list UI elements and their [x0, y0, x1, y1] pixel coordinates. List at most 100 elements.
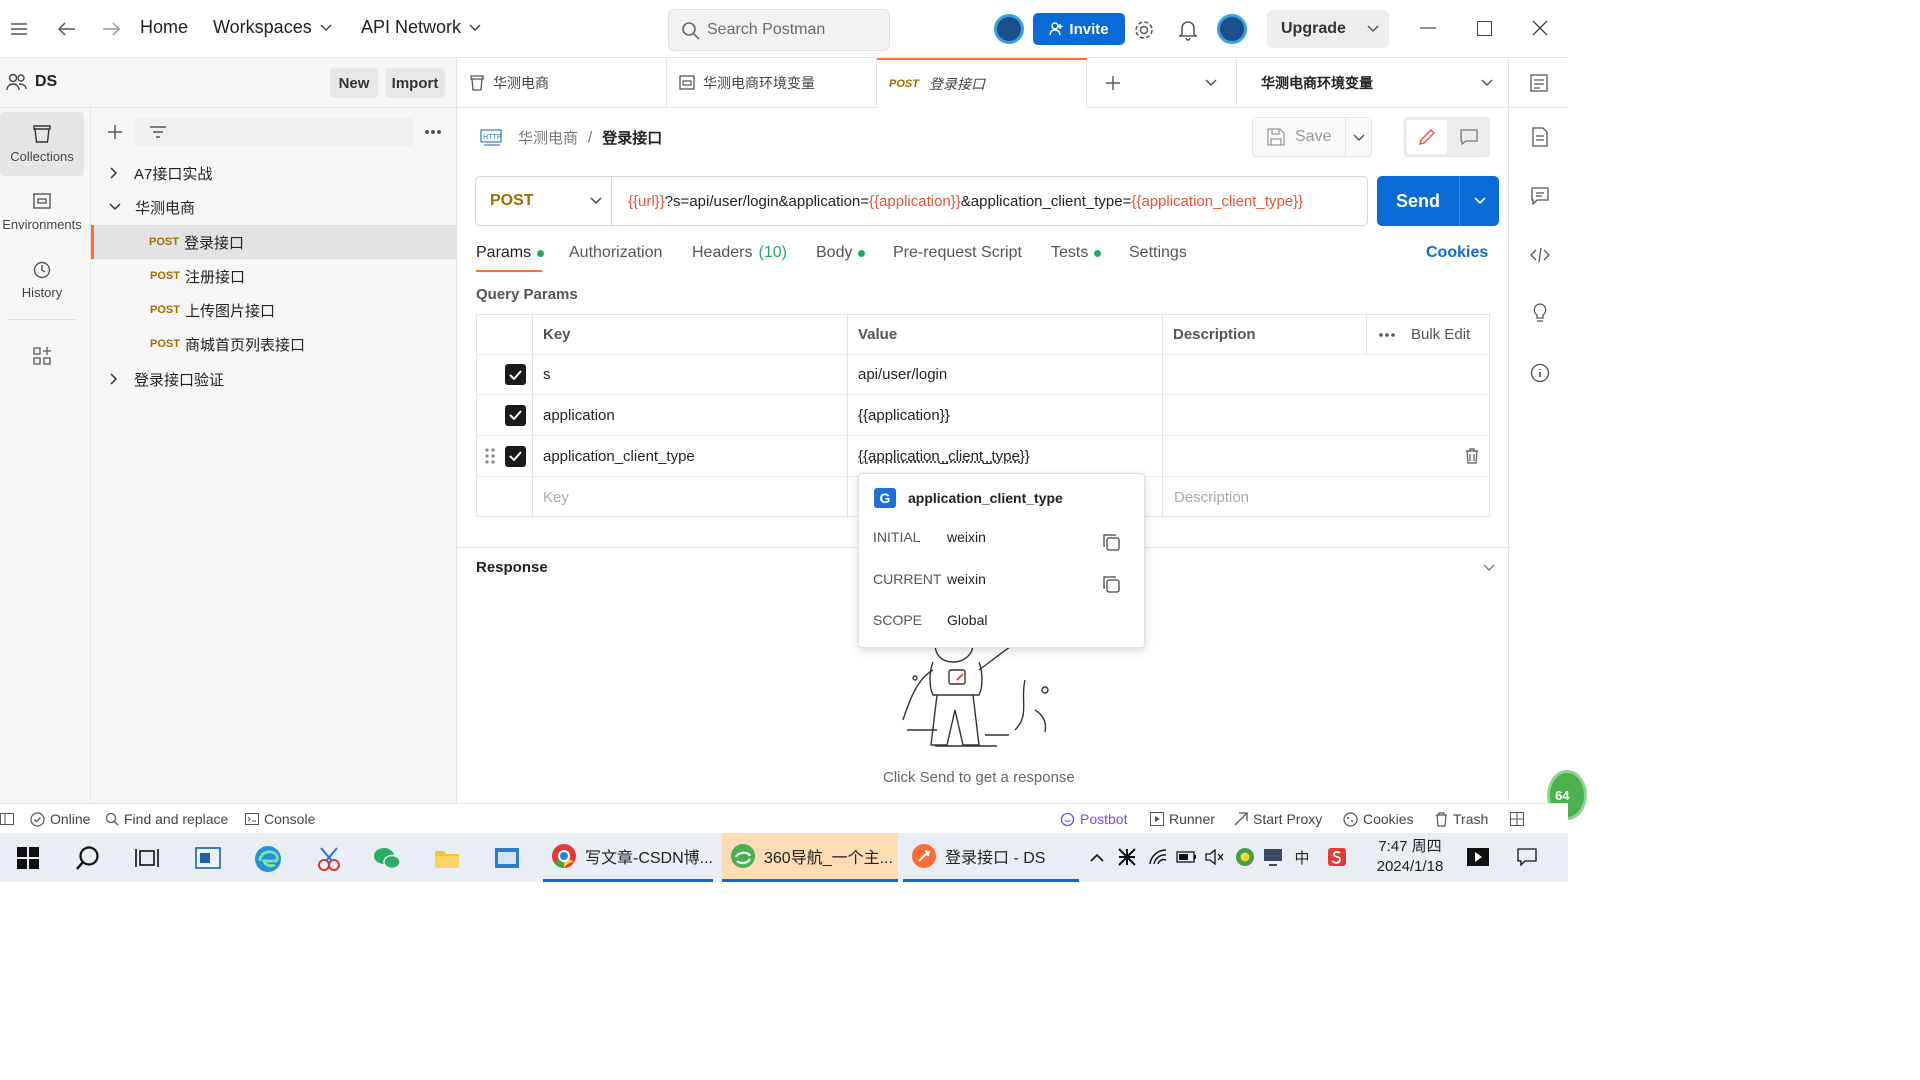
param-key[interactable]: application	[543, 395, 615, 435]
console-button[interactable]: Console	[245, 804, 315, 834]
row-checkbox[interactable]	[505, 436, 526, 476]
online-status[interactable]: Online	[30, 804, 90, 834]
edge-browser-icon[interactable]	[253, 844, 283, 874]
tab-collection[interactable]: 华测电商	[457, 58, 667, 108]
app-window-icon[interactable]	[194, 845, 222, 871]
task-view-icon[interactable]	[134, 846, 160, 870]
tab-params[interactable]: Params	[476, 244, 545, 262]
more-options-icon[interactable]	[1379, 315, 1395, 354]
tree-request-upload[interactable]: POST 上传图片接口	[91, 293, 456, 327]
tray-monitor-icon[interactable]	[1262, 846, 1284, 868]
param-key[interactable]: application_client_type	[543, 436, 695, 476]
battery-icon[interactable]	[1176, 848, 1198, 866]
tab-login-request[interactable]: POST 登录接口	[877, 58, 1087, 108]
new-key-input[interactable]: Key	[543, 477, 569, 517]
send-options-chevron-icon[interactable]	[1460, 176, 1499, 226]
toggle-sidebar-icon[interactable]	[0, 804, 14, 834]
tab-tests[interactable]: Tests	[1051, 244, 1102, 262]
runner-button[interactable]: Runner	[1150, 804, 1215, 834]
wechat-icon[interactable]	[372, 845, 402, 873]
find-replace-button[interactable]: Find and replace	[105, 804, 228, 834]
sidebar-item-history[interactable]: History	[0, 248, 84, 312]
tree-folder-a7[interactable]: A7接口实战	[91, 156, 456, 190]
upgrade-button[interactable]: Upgrade	[1267, 10, 1389, 48]
info-icon[interactable]	[1529, 362, 1551, 384]
media-icon[interactable]	[1466, 847, 1490, 867]
bulk-edit-link[interactable]: Bulk Edit	[1411, 315, 1470, 354]
save-button[interactable]: Save	[1252, 117, 1372, 157]
tree-request-register[interactable]: POST 注册接口	[91, 259, 456, 293]
drag-handle-icon[interactable]	[485, 436, 495, 476]
gear-icon[interactable]	[1132, 18, 1156, 42]
tab-environment[interactable]: 华测电商环境变量	[667, 58, 877, 108]
tray-shield-icon[interactable]	[1234, 846, 1256, 868]
param-value[interactable]: {{application}}	[858, 395, 950, 435]
tray-s-icon[interactable]	[1326, 846, 1348, 868]
notification-center-icon[interactable]	[1516, 847, 1538, 867]
new-tab-icon[interactable]	[1103, 73, 1123, 93]
ime-indicator[interactable]: 中	[1292, 847, 1312, 867]
nav-api-network[interactable]: API Network	[361, 17, 481, 38]
environment-selector[interactable]: 华测电商环境变量	[1237, 58, 1508, 108]
tree-request-homelist[interactable]: POST 商城首页列表接口	[91, 327, 456, 361]
tab-overflow-chevron-icon[interactable]	[1201, 75, 1221, 91]
tab-body[interactable]: Body	[816, 244, 866, 262]
forward-arrow-icon[interactable]	[100, 18, 122, 40]
row-checkbox[interactable]	[505, 395, 526, 435]
cookies-button[interactable]: Cookies	[1343, 804, 1414, 834]
sidebar-item-apps[interactable]	[0, 326, 84, 386]
close-icon[interactable]	[1530, 18, 1550, 38]
tab-authorization[interactable]: Authorization	[569, 244, 662, 262]
param-key[interactable]: s	[543, 355, 551, 394]
breadcrumb-parent[interactable]: 华测电商	[518, 127, 578, 148]
tab-prerequest-script[interactable]: Pre-request Script	[893, 244, 1022, 262]
filter-input[interactable]	[135, 118, 413, 146]
new-button[interactable]: New	[330, 68, 378, 98]
more-options-icon[interactable]	[421, 124, 445, 140]
file-explorer-icon[interactable]	[433, 846, 461, 870]
pencil-icon[interactable]	[1407, 120, 1447, 154]
start-proxy-button[interactable]: Start Proxy	[1234, 804, 1322, 834]
tree-collection-huace[interactable]: 华测电商	[91, 190, 456, 224]
maximize-icon[interactable]	[1474, 18, 1494, 38]
tray-chevron-up-icon[interactable]	[1088, 850, 1106, 864]
import-button[interactable]: Import	[385, 68, 445, 98]
wifi-icon[interactable]	[1147, 847, 1169, 867]
param-value[interactable]: {{application_client_type}}	[858, 436, 1030, 476]
tab-settings[interactable]: Settings	[1129, 244, 1187, 262]
environment-quicklook-icon[interactable]	[1529, 73, 1549, 93]
control-panel-icon[interactable]	[493, 845, 521, 871]
postbot-button[interactable]: Postbot	[1060, 804, 1127, 834]
nav-home[interactable]: Home	[140, 17, 188, 38]
taskbar-app-360[interactable]: 360导航_一个主...	[722, 833, 898, 882]
menu-icon[interactable]	[8, 18, 30, 40]
comments-icon[interactable]	[1529, 185, 1551, 207]
back-arrow-icon[interactable]	[56, 18, 78, 40]
code-icon[interactable]	[1529, 244, 1551, 266]
taskbar-app-chrome[interactable]: 写文章-CSDN博...	[543, 833, 713, 882]
tab-headers[interactable]: Headers (10)	[692, 244, 787, 262]
windows-start-icon[interactable]	[16, 846, 40, 870]
method-select[interactable]: POST	[476, 177, 612, 225]
new-description-input[interactable]: Description	[1174, 477, 1249, 517]
snipping-tool-icon[interactable]	[314, 844, 344, 874]
comment-icon[interactable]	[1449, 120, 1489, 154]
add-icon[interactable]	[105, 122, 125, 142]
copy-icon[interactable]	[1101, 532, 1121, 552]
trash-button[interactable]: Trash	[1435, 804, 1488, 834]
param-value[interactable]: api/user/login	[858, 355, 947, 394]
copy-icon[interactable]	[1101, 574, 1121, 594]
send-button[interactable]: Send	[1377, 176, 1499, 226]
team-avatar[interactable]	[994, 14, 1024, 44]
user-avatar[interactable]	[1217, 14, 1247, 44]
delete-icon[interactable]	[1465, 436, 1479, 476]
bell-icon[interactable]	[1176, 18, 1200, 42]
tree-folder-login-verify[interactable]: 登录接口验证	[91, 362, 456, 396]
cookies-link[interactable]: Cookies	[1426, 244, 1488, 262]
search-icon[interactable]	[74, 844, 102, 872]
sidebar-item-environments[interactable]: Environments	[0, 180, 84, 244]
taskbar-app-postman[interactable]: 登录接口 - DS	[903, 833, 1079, 882]
search-input[interactable]: Search Postman	[668, 9, 890, 51]
url-input[interactable]: {{url}}?s=api/user/login&application={{a…	[612, 193, 1303, 210]
minimize-icon[interactable]	[1418, 18, 1438, 38]
